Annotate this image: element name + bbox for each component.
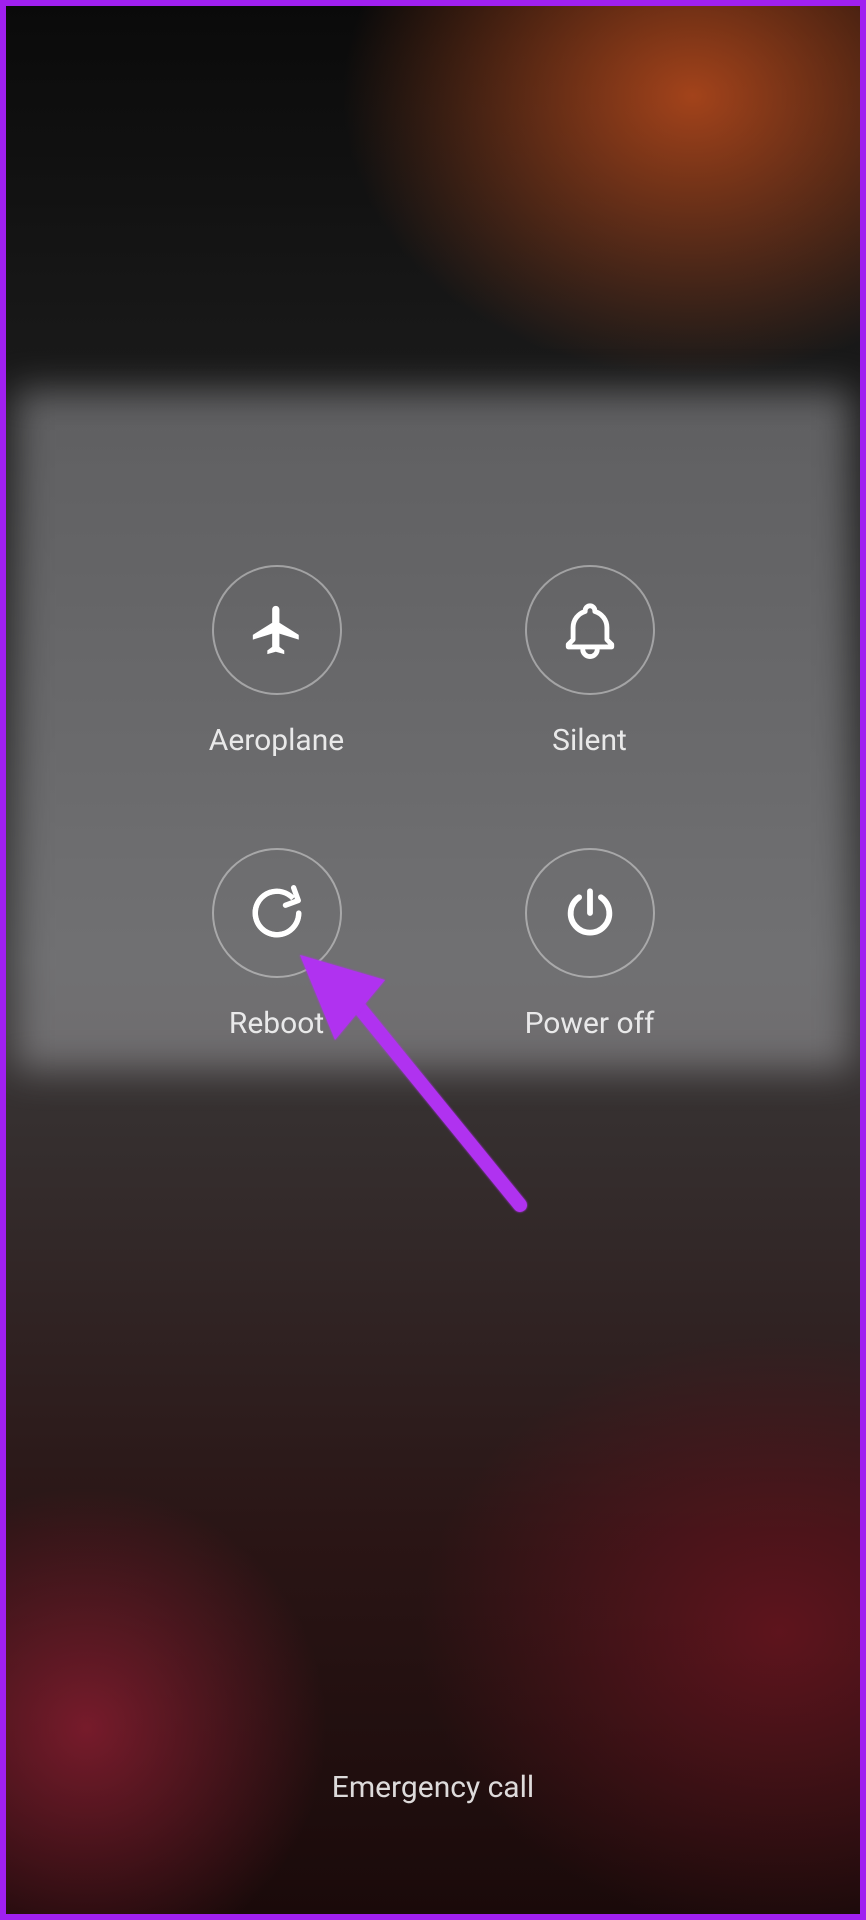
power-icon bbox=[525, 848, 655, 978]
power-off-button[interactable]: Power off bbox=[525, 848, 655, 1041]
emergency-call-button[interactable]: Emergency call bbox=[0, 1770, 866, 1805]
aeroplane-button[interactable]: Aeroplane bbox=[209, 565, 344, 758]
power-menu: Aeroplane Silent Reboot Power of bbox=[0, 565, 866, 1041]
reboot-label: Reboot bbox=[229, 1006, 324, 1041]
power-off-label: Power off bbox=[525, 1006, 655, 1041]
bell-icon bbox=[525, 565, 655, 695]
airplane-icon bbox=[212, 565, 342, 695]
restart-icon bbox=[212, 848, 342, 978]
aeroplane-label: Aeroplane bbox=[209, 723, 344, 758]
silent-label: Silent bbox=[552, 723, 627, 758]
silent-button[interactable]: Silent bbox=[525, 565, 655, 758]
reboot-button[interactable]: Reboot bbox=[212, 848, 342, 1041]
